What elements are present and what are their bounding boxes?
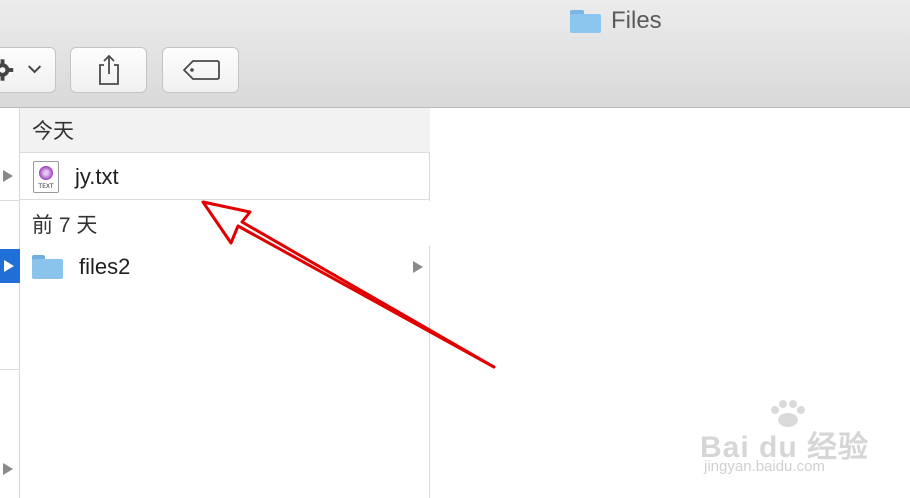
disclosure-arrow-icon — [3, 463, 13, 475]
disclosure-arrow-icon — [413, 261, 423, 273]
selected-row[interactable] — [0, 249, 20, 283]
tag-icon — [182, 60, 220, 80]
group-header-today: 今天 — [20, 108, 430, 153]
share-button[interactable] — [70, 47, 147, 93]
tag-button[interactable] — [162, 47, 239, 93]
gear-icon — [0, 59, 42, 81]
folder-icon — [570, 9, 601, 33]
folder-icon — [32, 255, 63, 279]
list-item-files2[interactable]: files2 — [20, 244, 430, 290]
divider — [0, 369, 20, 370]
divider — [0, 200, 20, 201]
share-icon — [98, 54, 119, 85]
chevron-down-icon — [28, 65, 42, 74]
group-header-last-7-days: 前 7 天 — [20, 201, 430, 246]
parent-column — [0, 108, 20, 498]
file-name: jy.txt — [75, 163, 119, 189]
disclosure-arrow-icon — [4, 260, 14, 272]
watermark-url: jingyan.baidu.com — [704, 458, 825, 475]
toolbar: Files — [0, 0, 910, 108]
disclosure-arrow-icon — [3, 170, 13, 182]
action-menu-button[interactable] — [0, 47, 56, 93]
window-title: Files — [570, 6, 662, 36]
watermark: Bai du 经验 jingyan.baidu.com — [700, 398, 880, 488]
list-item-jy-txt[interactable]: TEXT jy.txt — [20, 154, 430, 200]
folder-name: files2 — [79, 254, 131, 279]
window-title-text: Files — [611, 7, 662, 34]
file-list-column: 今天 TEXT jy.txt 前 7 天 files2 — [20, 108, 430, 498]
text-file-icon: TEXT — [33, 160, 59, 193]
